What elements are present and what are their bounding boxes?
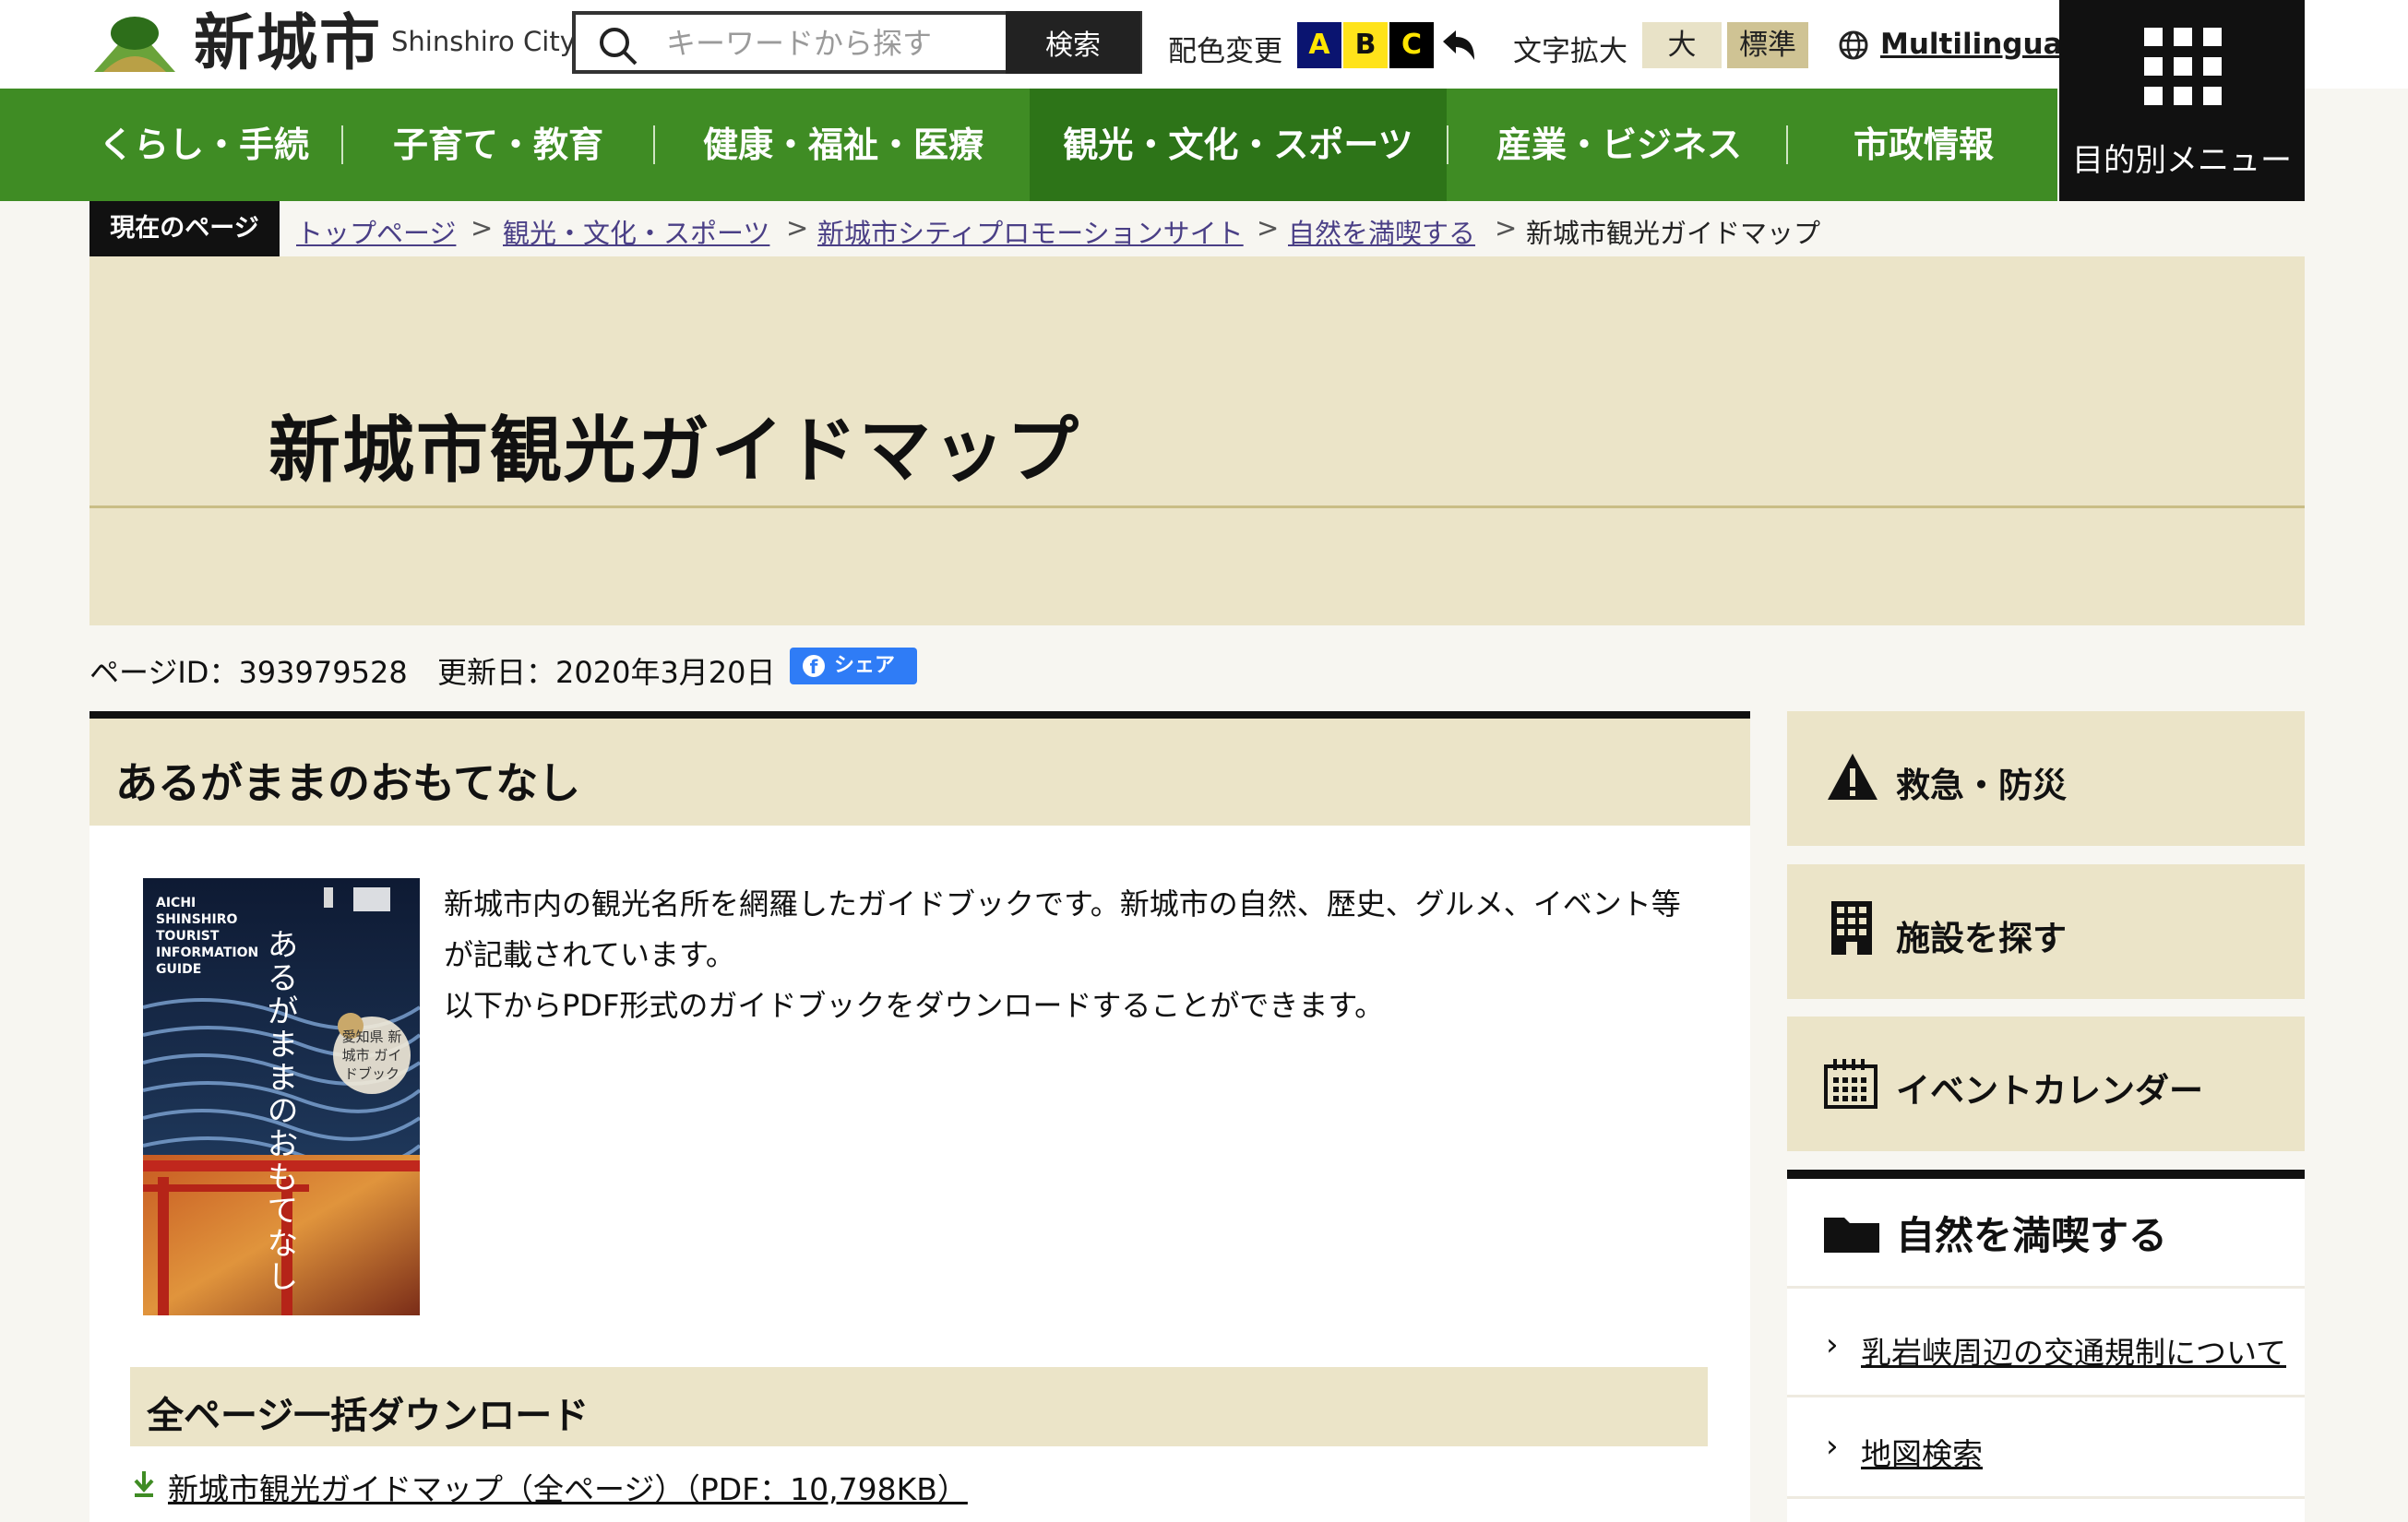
sidebar-button-events[interactable]: イベントカレンダー [1787, 1017, 2305, 1151]
breadcrumb-separator-icon: > [471, 212, 494, 244]
section-heading: あるがままのおもてなし [115, 758, 581, 808]
pdf-download-link[interactable]: 新城市観光ガイドマップ（全ページ）（PDF：10,798KB） [168, 1465, 968, 1509]
building-icon [1831, 901, 1872, 955]
sidebar-divider [1787, 1286, 2305, 1289]
main-content: あるがままのおもてなし AICHI SHINSHIRO TOURIST INFO… [89, 711, 1750, 1522]
purpose-menu-button[interactable]: 目的別メニュー [2059, 0, 2305, 201]
download-icon [134, 1471, 154, 1497]
sidebar-button-emergency[interactable]: 救急・防災 [1787, 711, 2305, 846]
purpose-menu-label: 目的別メニュー [2072, 142, 2292, 179]
breadcrumb-link-promotion[interactable]: 新城市シティプロモーションサイト [817, 212, 1244, 251]
description-text: 新城市内の観光名所を網羅したガイドブックです。新城市の自然、歴史、グルメ、イベン… [444, 879, 1699, 1031]
breadcrumb-link-nature[interactable]: 自然を満喫する [1288, 212, 1475, 251]
search-icon [600, 28, 638, 65]
color-option-a[interactable]: A [1297, 22, 1341, 68]
global-nav: くらし・手続き 子育て・教育 健康・福祉・医療 観光・文化・スポーツ 産業・ビジ… [0, 89, 2057, 278]
download-heading: 全ページ一括ダウンロード [147, 1395, 590, 1437]
page-id: ページID：393979528 [89, 655, 408, 690]
font-normal-button[interactable]: 標準 [1727, 22, 1808, 68]
breadcrumb-current-page: 新城市観光ガイドマップ [1526, 218, 1821, 249]
breadcrumb-separator-icon: > [786, 212, 809, 244]
main-top-rule [89, 711, 1750, 719]
breadcrumb-link-top[interactable]: トップページ [296, 212, 456, 251]
nav-item-business[interactable]: 産業・ビジネス [1485, 89, 1753, 201]
updated-date: 更新日：2020年3月20日 [437, 655, 776, 690]
section-heading-box: あるがままのおもてなし [89, 719, 1750, 826]
facebook-icon: f [803, 655, 825, 678]
facebook-share-button[interactable]: f シェア [790, 648, 917, 684]
sidebar-button-label: イベントカレンダー [1896, 1071, 2203, 1111]
font-size-label: 文字拡大 [1513, 35, 1627, 68]
nav-item-life[interactable]: くらし・手続き [89, 89, 319, 278]
share-label: シェア [834, 654, 896, 677]
multilingual-link[interactable]: Multilingual [1880, 28, 2072, 61]
chevron-right-icon: › [1826, 1428, 1839, 1465]
cover-jp-title: あるがままのおもてなし [261, 928, 298, 1293]
sidebar-divider [1787, 1395, 2305, 1397]
cover-en-title: AICHI SHINSHIRO TOURIST INFORMATION GUID… [156, 896, 259, 977]
nav-item-education[interactable]: 子育て・教育 [378, 89, 618, 201]
search-input[interactable] [664, 20, 972, 66]
guidebook-cover-image: AICHI SHINSHIRO TOURIST INFORMATION GUID… [143, 878, 420, 1315]
sidebar-divider [1787, 1496, 2305, 1499]
nav-item-city-info[interactable]: 市政情報 [1818, 89, 2030, 201]
sidebar-category-box: 自然を満喫する › 乳岩峡周辺の交通規制について › 地図検索 [1787, 1170, 2305, 1522]
sidebar-box-top-rule [1787, 1170, 2305, 1179]
site-logo-subtitle: Shinshiro City [391, 26, 576, 57]
site-header: 新城市 Shinshiro City 検索 配色変更 A B C 文字拡大 大 … [0, 0, 2408, 89]
nav-divider [1447, 125, 1448, 164]
chevron-right-icon: › [1826, 1326, 1839, 1363]
warning-icon [1828, 754, 1878, 800]
sidebar-link-map-search[interactable]: 地図検索 [1861, 1430, 1983, 1474]
sidebar-button-label: 施設を探す [1896, 919, 2067, 958]
grid-menu-icon [2144, 28, 2222, 107]
sidebar-button-label: 救急・防災 [1896, 766, 2067, 805]
banner-divider [89, 505, 2305, 508]
breadcrumb-current-label: 現在のページ [89, 201, 280, 256]
page-title: 新城市観光ガイドマップ [268, 410, 1081, 493]
city-logo-icon[interactable] [92, 13, 177, 74]
folder-icon [1824, 1218, 1879, 1253]
breadcrumb-link-tourism[interactable]: 観光・文化・スポーツ [503, 212, 769, 251]
color-reset-button[interactable] [1436, 22, 1484, 68]
breadcrumb-separator-icon: > [1257, 212, 1280, 244]
nav-divider [341, 125, 343, 164]
color-option-c[interactable]: C [1389, 22, 1434, 68]
site-logo-text[interactable]: 新城市 [194, 4, 382, 83]
page-title-banner: 新城市観光ガイドマップ [89, 256, 2305, 625]
globe-icon [1839, 30, 1868, 60]
calendar-icon [1824, 1059, 1878, 1109]
nav-divider [1786, 125, 1788, 164]
nav-divider [653, 125, 655, 164]
breadcrumb-separator-icon: > [1495, 212, 1518, 244]
download-heading-box: 全ページ一括ダウンロード [130, 1367, 1708, 1446]
search-button[interactable]: 検索 [1006, 11, 1140, 74]
sidebar-box-title: 自然を満喫する [1896, 1213, 2168, 1258]
nav-item-tourism[interactable]: 観光・文化・スポーツ [1030, 89, 1447, 201]
sidebar-link-traffic[interactable]: 乳岩峡周辺の交通規制について [1861, 1328, 2286, 1373]
nav-item-health[interactable]: 健康・福祉・医療 [686, 89, 1000, 201]
undo-arrow-icon [1443, 30, 1474, 60]
font-large-button[interactable]: 大 [1642, 22, 1722, 68]
cover-badge: 愛知県 新城市 ガイドブック [341, 1029, 402, 1082]
color-change-label: 配色変更 [1168, 35, 1282, 68]
sidebar-button-facilities[interactable]: 施設を探す [1787, 864, 2305, 999]
description-paragraph: 新城市内の観光名所を網羅したガイドブックです。新城市の自然、歴史、グルメ、イベン… [444, 886, 1681, 972]
description-paragraph: 以下からPDF形式のガイドブックをダウンロードすることができます。 [444, 988, 1385, 1023]
color-option-b[interactable]: B [1343, 22, 1388, 68]
